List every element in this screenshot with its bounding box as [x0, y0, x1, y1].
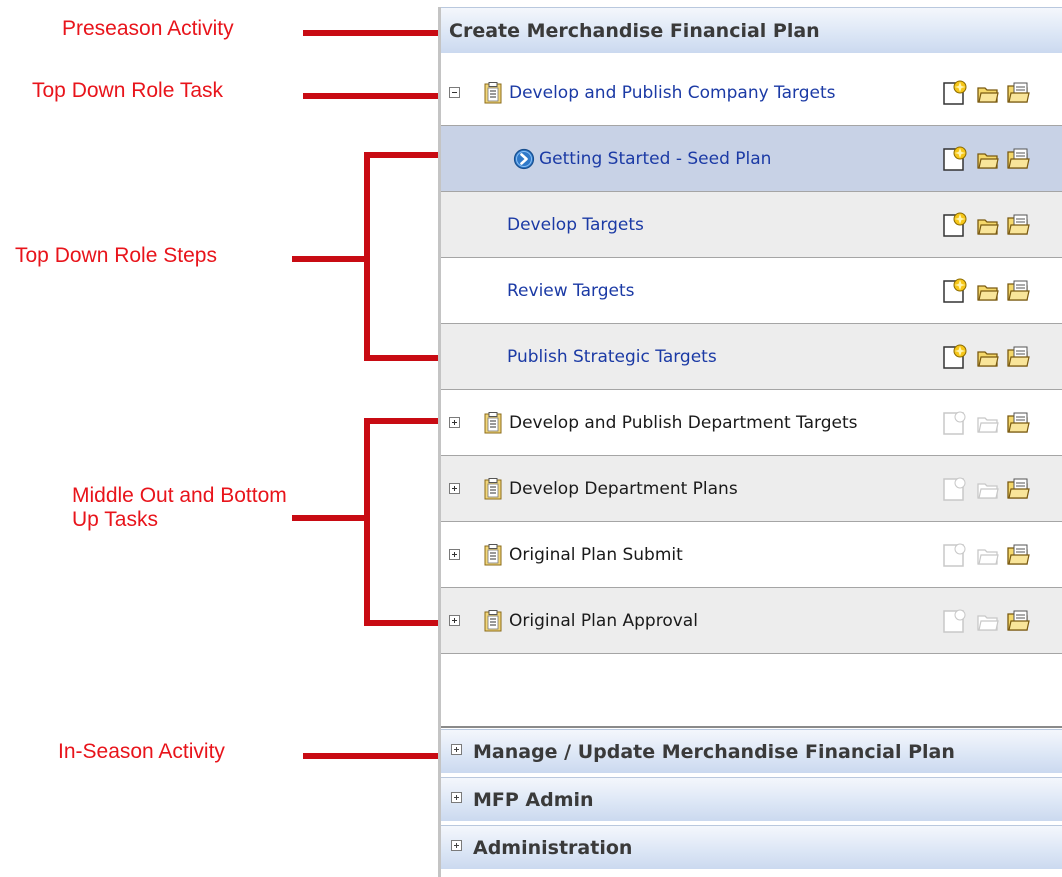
task-row-original-plan-approval[interactable]: Original Plan Approval: [441, 588, 1062, 654]
open-all-workbooks-icon[interactable]: [1005, 278, 1031, 304]
task-row-department-targets[interactable]: Develop and Publish Department Targets: [441, 390, 1062, 456]
open-workbook-icon: [977, 416, 999, 433]
open-all-workbooks-icon[interactable]: [1005, 344, 1031, 370]
step-label[interactable]: Review Targets: [507, 281, 635, 301]
new-workbook-icon[interactable]: [941, 146, 967, 172]
task-row-company-targets[interactable]: Develop and Publish Company Targets: [441, 60, 1062, 126]
empty-area: [441, 654, 1062, 728]
open-all-workbooks-icon[interactable]: [1005, 608, 1031, 634]
task-actions: [941, 80, 1041, 106]
annotation-bracket-steps-top: [364, 152, 439, 158]
new-workbook-icon: [943, 477, 966, 501]
new-workbook-icon: [943, 609, 966, 633]
section-header-label: Create Merchandise Financial Plan: [449, 19, 820, 42]
section-header-mfp-admin[interactable]: MFP Admin: [441, 777, 1062, 821]
task-actions: [941, 608, 1041, 634]
step-actions: [941, 278, 1041, 304]
open-all-workbooks-icon[interactable]: [1005, 476, 1031, 502]
step-row-develop-targets[interactable]: Develop Targets: [441, 192, 1062, 258]
expand-icon[interactable]: [451, 792, 462, 803]
task-list-icon: [484, 81, 502, 103]
task-label[interactable]: Original Plan Submit: [509, 545, 683, 565]
step-label[interactable]: Getting Started - Seed Plan: [539, 149, 771, 169]
task-list-icon: [484, 477, 502, 499]
section-header-label: MFP Admin: [473, 788, 594, 811]
section-header-label: Manage / Update Merchandise Financial Pl…: [473, 740, 955, 763]
open-workbook-icon[interactable]: [975, 278, 1001, 304]
step-row-publish-strategic-targets[interactable]: Publish Strategic Targets: [441, 324, 1062, 390]
annotation-bracket-middle-vertical: [364, 418, 370, 626]
expand-icon[interactable]: [449, 549, 460, 560]
new-workbook-icon[interactable]: [941, 80, 967, 106]
annotation-line-middle-stub: [292, 515, 367, 521]
annotation-top-down-role-task: Top Down Role Task: [32, 79, 224, 102]
expand-icon[interactable]: [449, 483, 460, 494]
task-label[interactable]: Original Plan Approval: [509, 611, 698, 631]
section-header-administration[interactable]: Administration: [441, 825, 1062, 869]
annotation-line-in-season: [303, 753, 439, 759]
step-label[interactable]: Develop Targets: [507, 215, 644, 235]
step-label[interactable]: Publish Strategic Targets: [507, 347, 717, 367]
task-label[interactable]: Develop and Publish Department Targets: [509, 413, 858, 433]
new-workbook-icon: [943, 543, 966, 567]
step-actions: [941, 344, 1041, 370]
annotation-middle-out-bottom-up: Middle Out and Bottom Up Tasks: [72, 484, 287, 531]
open-all-workbooks-icon[interactable]: [1005, 542, 1031, 568]
section-header-create-mfp[interactable]: Create Merchandise Financial Plan: [441, 7, 1062, 53]
taskflow-panel: Create Merchandise Financial Plan Develo…: [438, 7, 1062, 877]
step-actions: [941, 212, 1041, 238]
annotation-bracket-middle-bottom: [364, 620, 439, 626]
new-workbook-icon[interactable]: [941, 278, 967, 304]
task-actions: [941, 476, 1041, 502]
annotation-in-season-activity: In-Season Activity: [58, 740, 225, 763]
open-workbook-icon: [977, 548, 999, 565]
section-header-manage-update-mfp[interactable]: Manage / Update Merchandise Financial Pl…: [441, 729, 1062, 773]
open-workbook-icon: [977, 614, 999, 631]
step-row-seed-plan[interactable]: Getting Started - Seed Plan: [441, 126, 1062, 192]
task-actions: [941, 542, 1041, 568]
step-actions: [941, 146, 1041, 172]
new-workbook-icon[interactable]: [941, 344, 967, 370]
task-list-icon: [484, 609, 502, 631]
expand-icon[interactable]: [449, 417, 460, 428]
step-arrow-icon: [513, 148, 535, 169]
annotation-top-down-role-steps: Top Down Role Steps: [15, 244, 217, 267]
annotation-line-task: [303, 93, 439, 99]
expand-icon[interactable]: [451, 744, 462, 755]
expand-icon[interactable]: [451, 840, 462, 851]
annotation-bracket-steps-bottom: [364, 355, 439, 361]
new-workbook-icon: [943, 411, 966, 435]
new-workbook-icon[interactable]: [941, 212, 967, 238]
annotation-bracket-steps-vertical: [364, 152, 370, 360]
annotation-preseason-activity: Preseason Activity: [62, 17, 234, 40]
expand-icon[interactable]: [449, 615, 460, 626]
collapse-icon[interactable]: [449, 87, 460, 98]
task-label[interactable]: Develop Department Plans: [509, 479, 738, 499]
annotation-line-preseason: [303, 30, 439, 36]
annotation-bracket-middle-top: [364, 418, 439, 424]
task-list-icon: [484, 543, 502, 565]
open-all-workbooks-icon[interactable]: [1005, 80, 1031, 106]
open-all-workbooks-icon[interactable]: [1005, 146, 1031, 172]
open-workbook-icon: [977, 482, 999, 499]
open-all-workbooks-icon[interactable]: [1005, 212, 1031, 238]
section-header-label: Administration: [473, 836, 633, 859]
task-label[interactable]: Develop and Publish Company Targets: [509, 83, 836, 103]
task-list-icon: [484, 411, 502, 433]
task-row-department-plans[interactable]: Develop Department Plans: [441, 456, 1062, 522]
annotation-line-steps-stub: [292, 256, 367, 262]
open-workbook-icon[interactable]: [975, 344, 1001, 370]
open-workbook-icon[interactable]: [975, 80, 1001, 106]
open-workbook-icon[interactable]: [975, 146, 1001, 172]
open-workbook-icon[interactable]: [975, 212, 1001, 238]
task-actions: [941, 410, 1041, 436]
task-row-original-plan-submit[interactable]: Original Plan Submit: [441, 522, 1062, 588]
step-row-review-targets[interactable]: Review Targets: [441, 258, 1062, 324]
open-all-workbooks-icon[interactable]: [1005, 410, 1031, 436]
